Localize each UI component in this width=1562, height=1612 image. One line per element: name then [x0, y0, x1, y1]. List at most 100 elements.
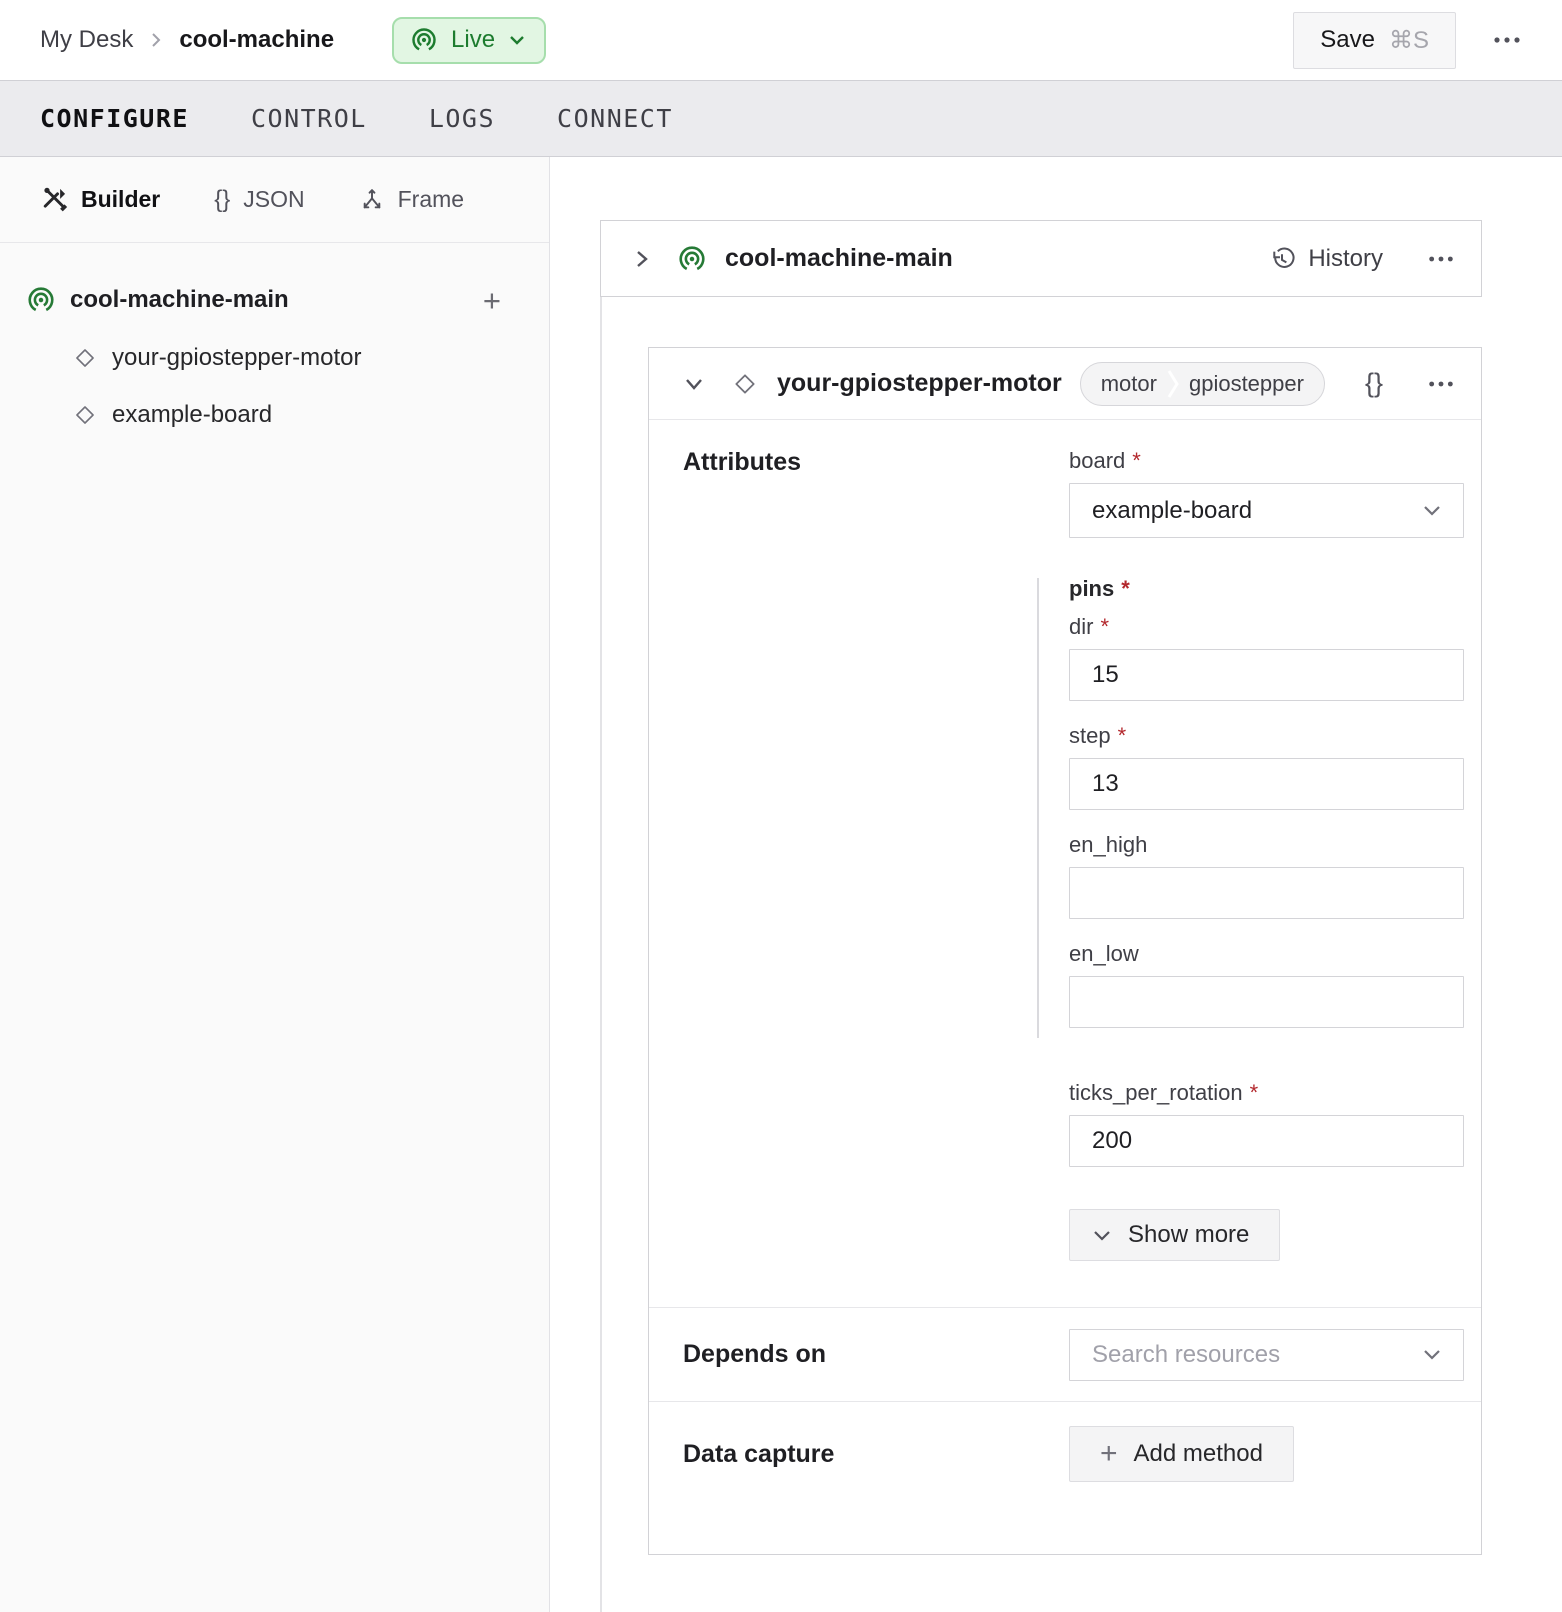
tree-item-machine-part[interactable]: cool-machine-main +: [26, 271, 549, 329]
topbar-overflow-menu-button[interactable]: [1492, 35, 1522, 45]
board-select[interactable]: example-board: [1069, 483, 1464, 538]
page-tabs: CONFIGURE CONTROL LOGS CONNECT: [0, 80, 1562, 157]
plus-icon: +: [1100, 1439, 1118, 1469]
viam-logo-icon: [677, 244, 707, 274]
depends-on-heading: Depends on: [683, 1340, 1069, 1369]
required-marker: *: [1250, 1080, 1259, 1105]
mode-frame-label: Frame: [398, 186, 464, 213]
resource-tree: cool-machine-main + your-gpiostepper-mot…: [0, 243, 549, 443]
tree-item-motor-label: your-gpiostepper-motor: [112, 344, 361, 372]
chevron-down-icon: [1421, 1348, 1443, 1362]
component-type-tag: motor: [1101, 371, 1157, 397]
mode-json-label: JSON: [243, 186, 304, 213]
diamond-icon: [72, 345, 98, 371]
mode-builder-label: Builder: [81, 186, 160, 213]
en-low-input[interactable]: [1069, 976, 1464, 1028]
json-braces-icon: {}: [214, 186, 230, 214]
board-select-value: example-board: [1092, 497, 1252, 525]
tree-item-board-label: example-board: [112, 401, 272, 429]
depends-on-placeholder: Search resources: [1092, 1341, 1280, 1369]
chevron-down-icon: [1092, 1229, 1112, 1242]
tab-control[interactable]: CONTROL: [251, 104, 367, 133]
history-label: History: [1308, 245, 1383, 273]
machine-card-overflow-menu-button[interactable]: [1427, 254, 1455, 264]
mode-frame[interactable]: Frame: [359, 186, 464, 213]
ticks-per-rotation-input[interactable]: [1069, 1115, 1464, 1167]
dir-input[interactable]: [1069, 649, 1464, 701]
component-type-model-badge: motor gpiostepper: [1080, 362, 1325, 406]
chevron-down-icon: [508, 34, 526, 46]
viam-logo-icon: [26, 285, 56, 315]
mode-builder[interactable]: Builder: [40, 186, 160, 214]
pins-field-group: pins * dir* step * en_high: [1069, 576, 1464, 1028]
expand-machine-card-button[interactable]: [631, 248, 653, 270]
config-main-panel: cool-machine-main History: [550, 157, 1562, 1612]
dir-field: dir*: [1069, 614, 1464, 701]
depends-on-select[interactable]: Search resources: [1069, 1329, 1464, 1381]
breadcrumb-current: cool-machine: [179, 26, 334, 54]
tree-item-board[interactable]: example-board: [26, 386, 549, 443]
machine-config-page: My Desk cool-machine Live Save ⌘S: [0, 0, 1562, 1612]
component-model-tag: gpiostepper: [1189, 371, 1304, 397]
badge-chevron-separator-icon: [1167, 369, 1179, 399]
show-more-button[interactable]: Show more: [1069, 1209, 1280, 1261]
mode-json[interactable]: {} JSON: [214, 186, 304, 214]
config-sidebar: Builder {} JSON Frame: [0, 157, 550, 1612]
tree-connector-line: [600, 296, 602, 1612]
required-marker: *: [1121, 576, 1130, 601]
attributes-heading: Attributes: [683, 448, 1069, 1307]
depends-on-section: Depends on Search resources: [649, 1307, 1481, 1401]
step-field: step *: [1069, 723, 1464, 810]
builder-tools-icon: [40, 186, 68, 214]
machine-part-title: cool-machine-main: [725, 244, 953, 273]
pins-indent-line: [1037, 578, 1039, 1038]
breadcrumb-chevron-icon: [147, 31, 165, 49]
attributes-section: Attributes board * example-board: [649, 420, 1481, 1307]
required-marker: *: [1118, 723, 1127, 748]
data-capture-heading: Data capture: [683, 1440, 1069, 1469]
tab-configure[interactable]: CONFIGURE: [40, 104, 189, 133]
component-overflow-menu-button[interactable]: [1427, 379, 1455, 389]
history-button[interactable]: History: [1268, 245, 1383, 273]
top-bar: My Desk cool-machine Live Save ⌘S: [0, 0, 1562, 80]
frame-axes-icon: [359, 187, 385, 213]
en-low-field: en_low: [1069, 941, 1464, 1028]
dir-label: dir: [1069, 614, 1093, 639]
board-field: board * example-board: [1069, 448, 1464, 538]
live-label: Live: [451, 26, 495, 54]
collapse-component-button[interactable]: [683, 373, 705, 395]
ticks-per-rotation-label: ticks_per_rotation: [1069, 1080, 1243, 1105]
component-card-header: your-gpiostepper-motor motor gpiostepper…: [649, 348, 1481, 420]
pins-label: pins: [1069, 576, 1114, 601]
ticks-per-rotation-field: ticks_per_rotation *: [1069, 1080, 1464, 1167]
diamond-icon: [72, 402, 98, 428]
breadcrumb-root[interactable]: My Desk: [40, 26, 133, 54]
add-method-label: Add method: [1134, 1440, 1263, 1468]
step-input[interactable]: [1069, 758, 1464, 810]
tree-item-machine-part-label: cool-machine-main: [70, 286, 289, 314]
required-marker: *: [1132, 448, 1141, 473]
save-button[interactable]: Save ⌘S: [1293, 12, 1456, 69]
component-card: your-gpiostepper-motor motor gpiostepper…: [648, 347, 1482, 1555]
diamond-icon: [731, 370, 759, 398]
en-high-field: en_high: [1069, 832, 1464, 919]
tab-connect[interactable]: CONNECT: [557, 104, 673, 133]
view-mode-switcher: Builder {} JSON Frame: [0, 157, 549, 243]
step-label: step: [1069, 723, 1111, 748]
en-high-input[interactable]: [1069, 867, 1464, 919]
save-shortcut-hint: ⌘S: [1389, 26, 1429, 55]
en-low-label: en_low: [1069, 941, 1139, 966]
live-status-dropdown[interactable]: Live: [392, 17, 546, 64]
tab-logs[interactable]: LOGS: [429, 104, 495, 133]
add-method-button[interactable]: + Add method: [1069, 1426, 1294, 1482]
machine-part-card: cool-machine-main History: [600, 220, 1482, 297]
tree-item-motor[interactable]: your-gpiostepper-motor: [26, 329, 549, 386]
history-clock-icon: [1268, 245, 1296, 273]
add-component-button[interactable]: +: [483, 285, 501, 316]
en-high-label: en_high: [1069, 832, 1147, 857]
viam-logo-icon: [410, 26, 438, 54]
chevron-down-icon: [1421, 504, 1443, 518]
data-capture-section: Data capture + Add method: [649, 1401, 1481, 1554]
board-label: board: [1069, 448, 1125, 473]
edit-json-button[interactable]: {}: [1365, 368, 1383, 399]
